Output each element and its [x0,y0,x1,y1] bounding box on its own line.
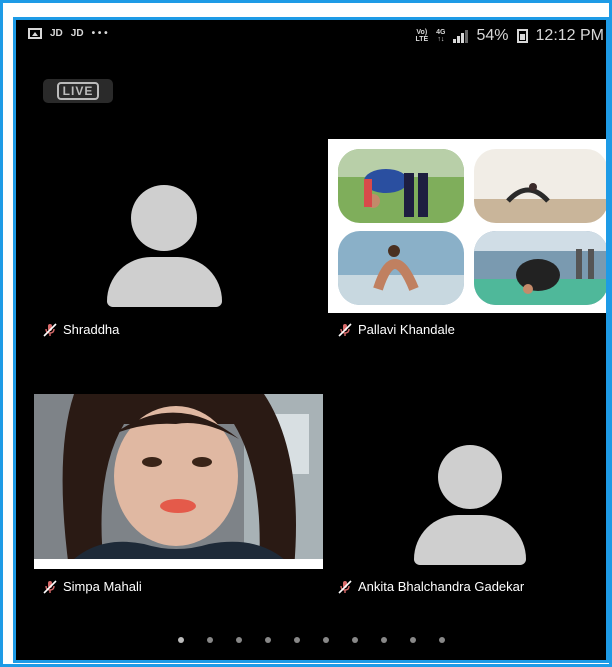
participant-name-simpa: Simpa Mahali [43,579,142,594]
live-badge[interactable]: LIVE [43,79,113,103]
more-notifications: • • • [91,28,108,39]
meeting-screen: JD JD • • • Vo) LTE 4G ↑↓ 54% 12:12 PM L… [13,17,609,663]
page-dot[interactable] [206,637,213,643]
status-right: Vo) LTE 4G ↑↓ 54% 12:12 PM [415,27,604,45]
volte-indicator: Vo) LTE [415,29,428,43]
participant-label: Shraddha [63,322,120,337]
participant-label: Pallavi Khandale [358,322,455,337]
participant-label: Simpa Mahali [63,579,142,594]
page-dot[interactable] [409,637,416,643]
avatar-head [438,445,502,509]
page-dot[interactable] [264,637,271,643]
participant-tile-ankita[interactable] [324,395,606,570]
signal-icon [453,29,469,43]
avatar-head [131,185,197,251]
battery-icon [516,29,528,43]
participant-camera-image [34,394,323,569]
carrier-1: JD [50,28,63,39]
yoga-collage-image [338,149,606,305]
page-dot[interactable] [380,637,387,643]
status-bar: JD JD • • • Vo) LTE 4G ↑↓ 54% 12:12 PM [16,20,606,52]
avatar-body [414,515,526,565]
carrier-2: JD [70,28,84,39]
participant-name-ankita: Ankita Bhalchandra Gadekar [338,579,524,594]
participant-video-pallavi[interactable] [328,139,606,313]
gallery-icon [28,28,42,39]
page-dot[interactable] [322,637,329,643]
network-indicator: 4G ↑↓ [436,29,445,43]
page-indicator [16,637,606,643]
mic-muted-icon [43,579,57,594]
participant-name-pallavi: Pallavi Khandale [338,322,455,337]
page-dot[interactable] [293,637,300,643]
status-left: JD JD • • • [28,28,108,39]
volte-bottom: LTE [415,36,429,43]
mic-muted-icon [338,322,352,337]
mic-muted-icon [43,322,57,337]
clock: 12:12 PM [535,27,604,44]
live-label: LIVE [56,82,100,100]
participant-name-shraddha: Shraddha [43,322,119,337]
participant-video-simpa[interactable] [34,394,323,569]
volte-top: Vo) [416,29,428,36]
image-border: JD JD • • • Vo) LTE 4G ↑↓ 54% 12:12 PM L… [0,0,612,667]
page-dot[interactable] [235,637,242,643]
participant-label: Ankita Bhalchandra Gadekar [358,579,525,594]
mic-muted-icon [338,579,352,594]
page-dot[interactable] [351,637,358,643]
battery-percent: 54% [476,27,509,44]
avatar-body [107,257,222,307]
network-arrows: ↑↓ [437,36,445,43]
page-dot[interactable] [438,637,445,643]
network-type: 4G [436,29,446,36]
page-dot[interactable] [177,637,184,643]
